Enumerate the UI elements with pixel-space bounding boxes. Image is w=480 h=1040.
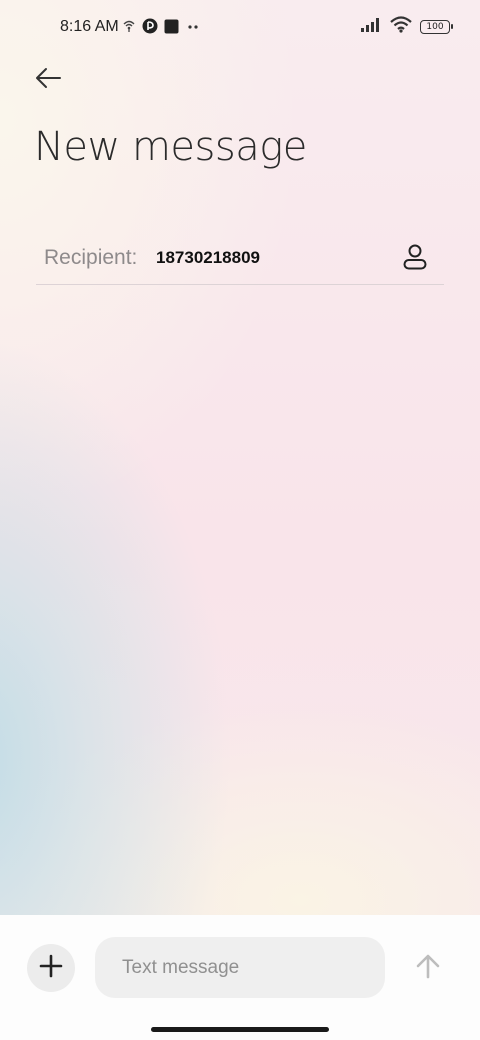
status-bar: 8:16 AM 100 bbox=[0, 0, 480, 56]
battery-icon: 100 bbox=[420, 20, 453, 34]
back-arrow-icon bbox=[34, 67, 62, 94]
contact-picker-button[interactable] bbox=[400, 242, 430, 272]
app-notification-icon bbox=[142, 18, 158, 39]
home-indicator[interactable] bbox=[151, 1027, 329, 1032]
status-time: 8:16 AM bbox=[60, 18, 119, 35]
wifi-icon bbox=[390, 16, 412, 38]
signal-icon bbox=[360, 17, 382, 38]
arrow-up-icon bbox=[414, 952, 442, 985]
recipient-label: Recipient: bbox=[44, 246, 138, 269]
plus-icon bbox=[39, 954, 63, 983]
send-button[interactable] bbox=[412, 952, 444, 984]
back-button[interactable] bbox=[30, 64, 66, 96]
message-input-container bbox=[95, 937, 385, 998]
square-notification-icon bbox=[164, 19, 179, 39]
more-dots-icon bbox=[185, 19, 201, 38]
person-icon bbox=[400, 244, 430, 276]
composer-bar bbox=[0, 915, 480, 1040]
message-input[interactable] bbox=[95, 937, 385, 998]
add-attachment-button[interactable] bbox=[27, 944, 75, 992]
page-title: New message bbox=[34, 124, 307, 170]
recipient-field[interactable]: Recipient: 18730218809 bbox=[36, 230, 444, 285]
recipient-value[interactable]: 18730218809 bbox=[156, 248, 260, 268]
hotspot-icon bbox=[122, 19, 136, 38]
